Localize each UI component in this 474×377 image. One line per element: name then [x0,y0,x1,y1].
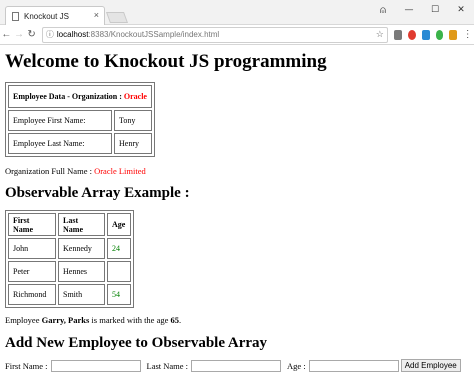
first-name-input[interactable] [50,359,141,372]
age-cell: 54 [107,284,131,305]
marked-employee-text: Employee Garry, Parks is marked with the… [5,315,182,325]
organization-full-name: Organization Full Name : Oracle Limited [5,166,146,176]
last-name-cell: Kennedy [58,238,105,259]
close-window-button[interactable]: ✕ [448,0,474,20]
page-content: Welcome to Knockout JS programming Emplo… [0,51,474,372]
tab-close-icon[interactable]: × [94,10,99,20]
reload-icon[interactable]: ↻ [25,29,38,40]
opera-extension-icon[interactable] [407,29,416,40]
bookmark-star-icon[interactable]: ☆ [376,29,384,40]
table-row: Richmond Smith 54 [8,284,131,305]
table-row: John Kennedy 24 [8,238,131,259]
new-tab-button[interactable] [105,12,129,23]
organization-full-name-value: Oracle Limited [94,166,146,176]
age-cell [107,261,131,282]
browser-toolbar: ← → ↻ ⓘ localhost :8383/KnockoutJSSample… [0,25,474,45]
age-cell: 24 [107,238,131,259]
employee-last-name-label: Employee Last Name: [8,133,112,154]
document-icon [12,11,19,21]
marked-employee-age: 65 [170,315,180,325]
tab-title: Knockout JS [24,11,69,21]
first-name-cell: Richmond [8,284,56,305]
column-header: Last Name [58,213,105,236]
account-icon[interactable]: ⍝ [370,0,396,20]
forward-icon[interactable]: → [13,29,26,40]
add-employee-button[interactable]: Add Employee [400,359,461,372]
table-row: Employee First Name: Tony [8,110,152,131]
extension-icon[interactable] [435,29,444,40]
employee-table: Employee Data - Organization : Oracle Em… [5,82,155,157]
page-title: Welcome to Knockout JS programming [5,51,327,72]
browser-tab[interactable]: Knockout JS × [5,6,105,25]
window-controls: ⍝ — ☐ ✕ [370,0,474,20]
maximize-button[interactable]: ☐ [422,0,448,20]
add-employee-heading: Add New Employee to Observable Array [5,335,268,351]
first-name-label: First Name : [5,360,48,371]
table-row: Employee Last Name: Henry [8,133,152,154]
observable-array-heading: Observable Array Example : [5,185,190,201]
address-host: localhost [56,30,89,39]
age-label: Age : [287,360,306,371]
column-header: First Name [8,213,56,236]
employee-first-name-value: Tony [114,110,152,131]
table-row: Peter Hennes [8,261,131,282]
age-input[interactable] [308,359,399,372]
last-name-cell: Smith [58,284,105,305]
browser-titlebar: Knockout JS × ⍝ — ☐ ✕ [0,0,474,25]
extension-icon[interactable] [449,29,458,40]
address-path: :8383/KnockoutJSSample/index.html [88,30,220,39]
table-header-row: First Name Last Name Age [8,213,131,236]
last-name-label: Last Name : [146,360,189,371]
address-bar[interactable]: ⓘ localhost :8383/KnockoutJSSample/index… [41,26,388,43]
first-name-cell: John [8,238,56,259]
marked-employee-name: Garry, Parks [41,315,90,325]
info-icon[interactable]: ⓘ [46,29,54,40]
menu-icon[interactable]: ⋮ [461,29,474,40]
employee-table-header: Employee Data - Organization : Oracle [8,85,152,108]
employee-last-name-value: Henry [114,133,152,154]
last-name-cell: Hennes [58,261,105,282]
column-header: Age [107,213,131,236]
last-name-input[interactable] [191,359,282,372]
observable-array-table: First Name Last Name Age John Kennedy 24… [5,210,134,308]
extension-icon[interactable] [421,29,430,40]
employee-first-name-label: Employee First Name: [8,110,112,131]
minimize-button[interactable]: — [396,0,422,20]
first-name-cell: Peter [8,261,56,282]
organization-name: Oracle [123,92,147,101]
add-employee-form: First Name : Last Name : Age : Add Emplo… [5,359,469,372]
back-icon[interactable]: ← [0,29,13,40]
extension-icon[interactable] [393,29,402,40]
